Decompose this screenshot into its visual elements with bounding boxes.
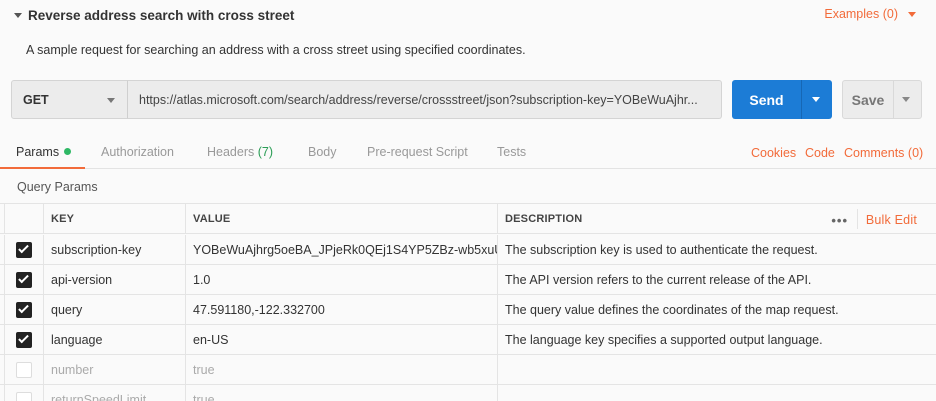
collapse-caret-icon[interactable]	[14, 12, 22, 18]
code-link[interactable]: Code	[805, 146, 835, 160]
row-checkbox[interactable]	[16, 302, 32, 318]
bulk-edit-link[interactable]: Bulk Edit	[866, 213, 917, 227]
row-checkbox-cell	[4, 325, 43, 355]
divider	[857, 209, 858, 229]
param-value[interactable]: en-US	[185, 325, 497, 355]
param-key[interactable]: language	[43, 325, 185, 355]
table-row: returnSpeedLimit true	[0, 385, 936, 401]
examples-dropdown[interactable]: Examples (0)	[824, 7, 916, 21]
param-description[interactable]: The API version refers to the current re…	[497, 265, 936, 295]
checkmark-icon	[18, 242, 29, 254]
send-button[interactable]: Send	[732, 80, 832, 119]
comments-link[interactable]: Comments (0)	[844, 146, 923, 160]
send-label: Send	[749, 91, 784, 108]
description-header-label: DESCRIPTION	[505, 213, 583, 225]
tab-params[interactable]: Params	[16, 145, 72, 159]
table-row: language en-US The language key specifie…	[0, 325, 936, 355]
param-key[interactable]: number	[43, 355, 185, 385]
table-row: number true	[0, 355, 936, 385]
row-checkbox-cell	[4, 355, 43, 385]
row-checkbox[interactable]	[16, 362, 32, 378]
tab-headers-label: Headers	[207, 145, 255, 159]
tab-body[interactable]: Body	[308, 145, 337, 159]
save-label: Save	[851, 91, 885, 108]
row-checkbox-cell	[4, 235, 43, 265]
examples-label: Examples (0)	[824, 7, 898, 21]
table-row: query 47.591180,-122.332700 The query va…	[0, 295, 936, 325]
param-value[interactable]: YOBeWuAjhrg5oeBA_JPjeRk0QEj1S4YP5ZBz-wb5…	[185, 235, 497, 265]
table-row: api-version 1.0 The API version refers t…	[0, 265, 936, 295]
table-header-row: KEY VALUE DESCRIPTION ••• Bulk Edit	[0, 203, 936, 234]
param-key[interactable]: query	[43, 295, 185, 325]
divider	[801, 80, 802, 119]
active-tab-indicator	[0, 167, 85, 169]
checkmark-icon	[18, 302, 29, 314]
request-description: A sample request for searching an addres…	[26, 43, 526, 57]
row-checkbox[interactable]	[16, 392, 32, 401]
status-dot-icon	[64, 148, 72, 155]
save-options-chevron-icon[interactable]	[902, 97, 910, 102]
save-button[interactable]: Save	[842, 80, 922, 119]
column-header-description: DESCRIPTION ••• Bulk Edit	[497, 204, 936, 234]
param-description[interactable]: The language key specifies a supported o…	[497, 325, 936, 355]
tab-params-label: Params	[16, 145, 60, 159]
tab-pre-request-script[interactable]: Pre-request Script	[367, 145, 468, 159]
param-value[interactable]: 1.0	[185, 265, 497, 295]
row-checkbox-cell	[4, 385, 43, 401]
param-key[interactable]: subscription-key	[43, 235, 185, 265]
param-value[interactable]: 47.591180,-122.332700	[185, 295, 497, 325]
row-checkbox-cell	[4, 265, 43, 295]
request-bar: GET https://atlas.microsoft.com/search/a…	[11, 80, 922, 119]
column-header-key: KEY	[43, 204, 185, 234]
row-checkbox[interactable]	[16, 242, 32, 258]
tab-authorization[interactable]: Authorization	[101, 145, 174, 159]
param-description[interactable]: The subscription key is used to authenti…	[497, 235, 936, 265]
tab-headers[interactable]: Headers (7)	[207, 145, 273, 159]
cookies-link[interactable]: Cookies	[751, 146, 796, 160]
request-title-row[interactable]: Reverse address search with cross street	[14, 6, 294, 24]
row-checkbox-cell	[4, 295, 43, 325]
table-row: subscription-key YOBeWuAjhrg5oeBA_JPjeRk…	[0, 235, 936, 265]
param-key[interactable]: api-version	[43, 265, 185, 295]
query-params-heading: Query Params	[17, 180, 98, 194]
request-title: Reverse address search with cross street	[28, 7, 295, 23]
column-header-value: VALUE	[185, 204, 497, 234]
send-options-chevron-icon[interactable]	[812, 97, 820, 102]
chevron-down-icon	[107, 98, 115, 103]
header-checkbox-cell	[4, 204, 43, 234]
row-checkbox[interactable]	[16, 332, 32, 348]
divider	[893, 81, 894, 118]
more-options-icon[interactable]: •••	[831, 213, 848, 228]
param-value[interactable]: true	[185, 385, 497, 401]
method-label: GET	[23, 92, 49, 107]
row-checkbox[interactable]	[16, 272, 32, 288]
checkmark-icon	[18, 272, 29, 284]
checkmark-icon	[18, 332, 29, 344]
param-value[interactable]: true	[185, 355, 497, 385]
request-tabs: Params Authorization Headers (7) Body Pr…	[0, 131, 936, 169]
chevron-down-icon	[908, 11, 916, 17]
request-header: Reverse address search with cross street…	[0, 0, 936, 70]
headers-count-badge: (7)	[257, 145, 274, 159]
tab-tests[interactable]: Tests	[497, 145, 526, 159]
url-input[interactable]: https://atlas.microsoft.com/search/addre…	[127, 80, 722, 119]
param-description[interactable]	[497, 385, 936, 401]
param-key[interactable]: returnSpeedLimit	[43, 385, 185, 401]
method-select[interactable]: GET	[11, 80, 128, 119]
param-description[interactable]: The query value defines the coordinates …	[497, 295, 936, 325]
param-description[interactable]	[497, 355, 936, 385]
